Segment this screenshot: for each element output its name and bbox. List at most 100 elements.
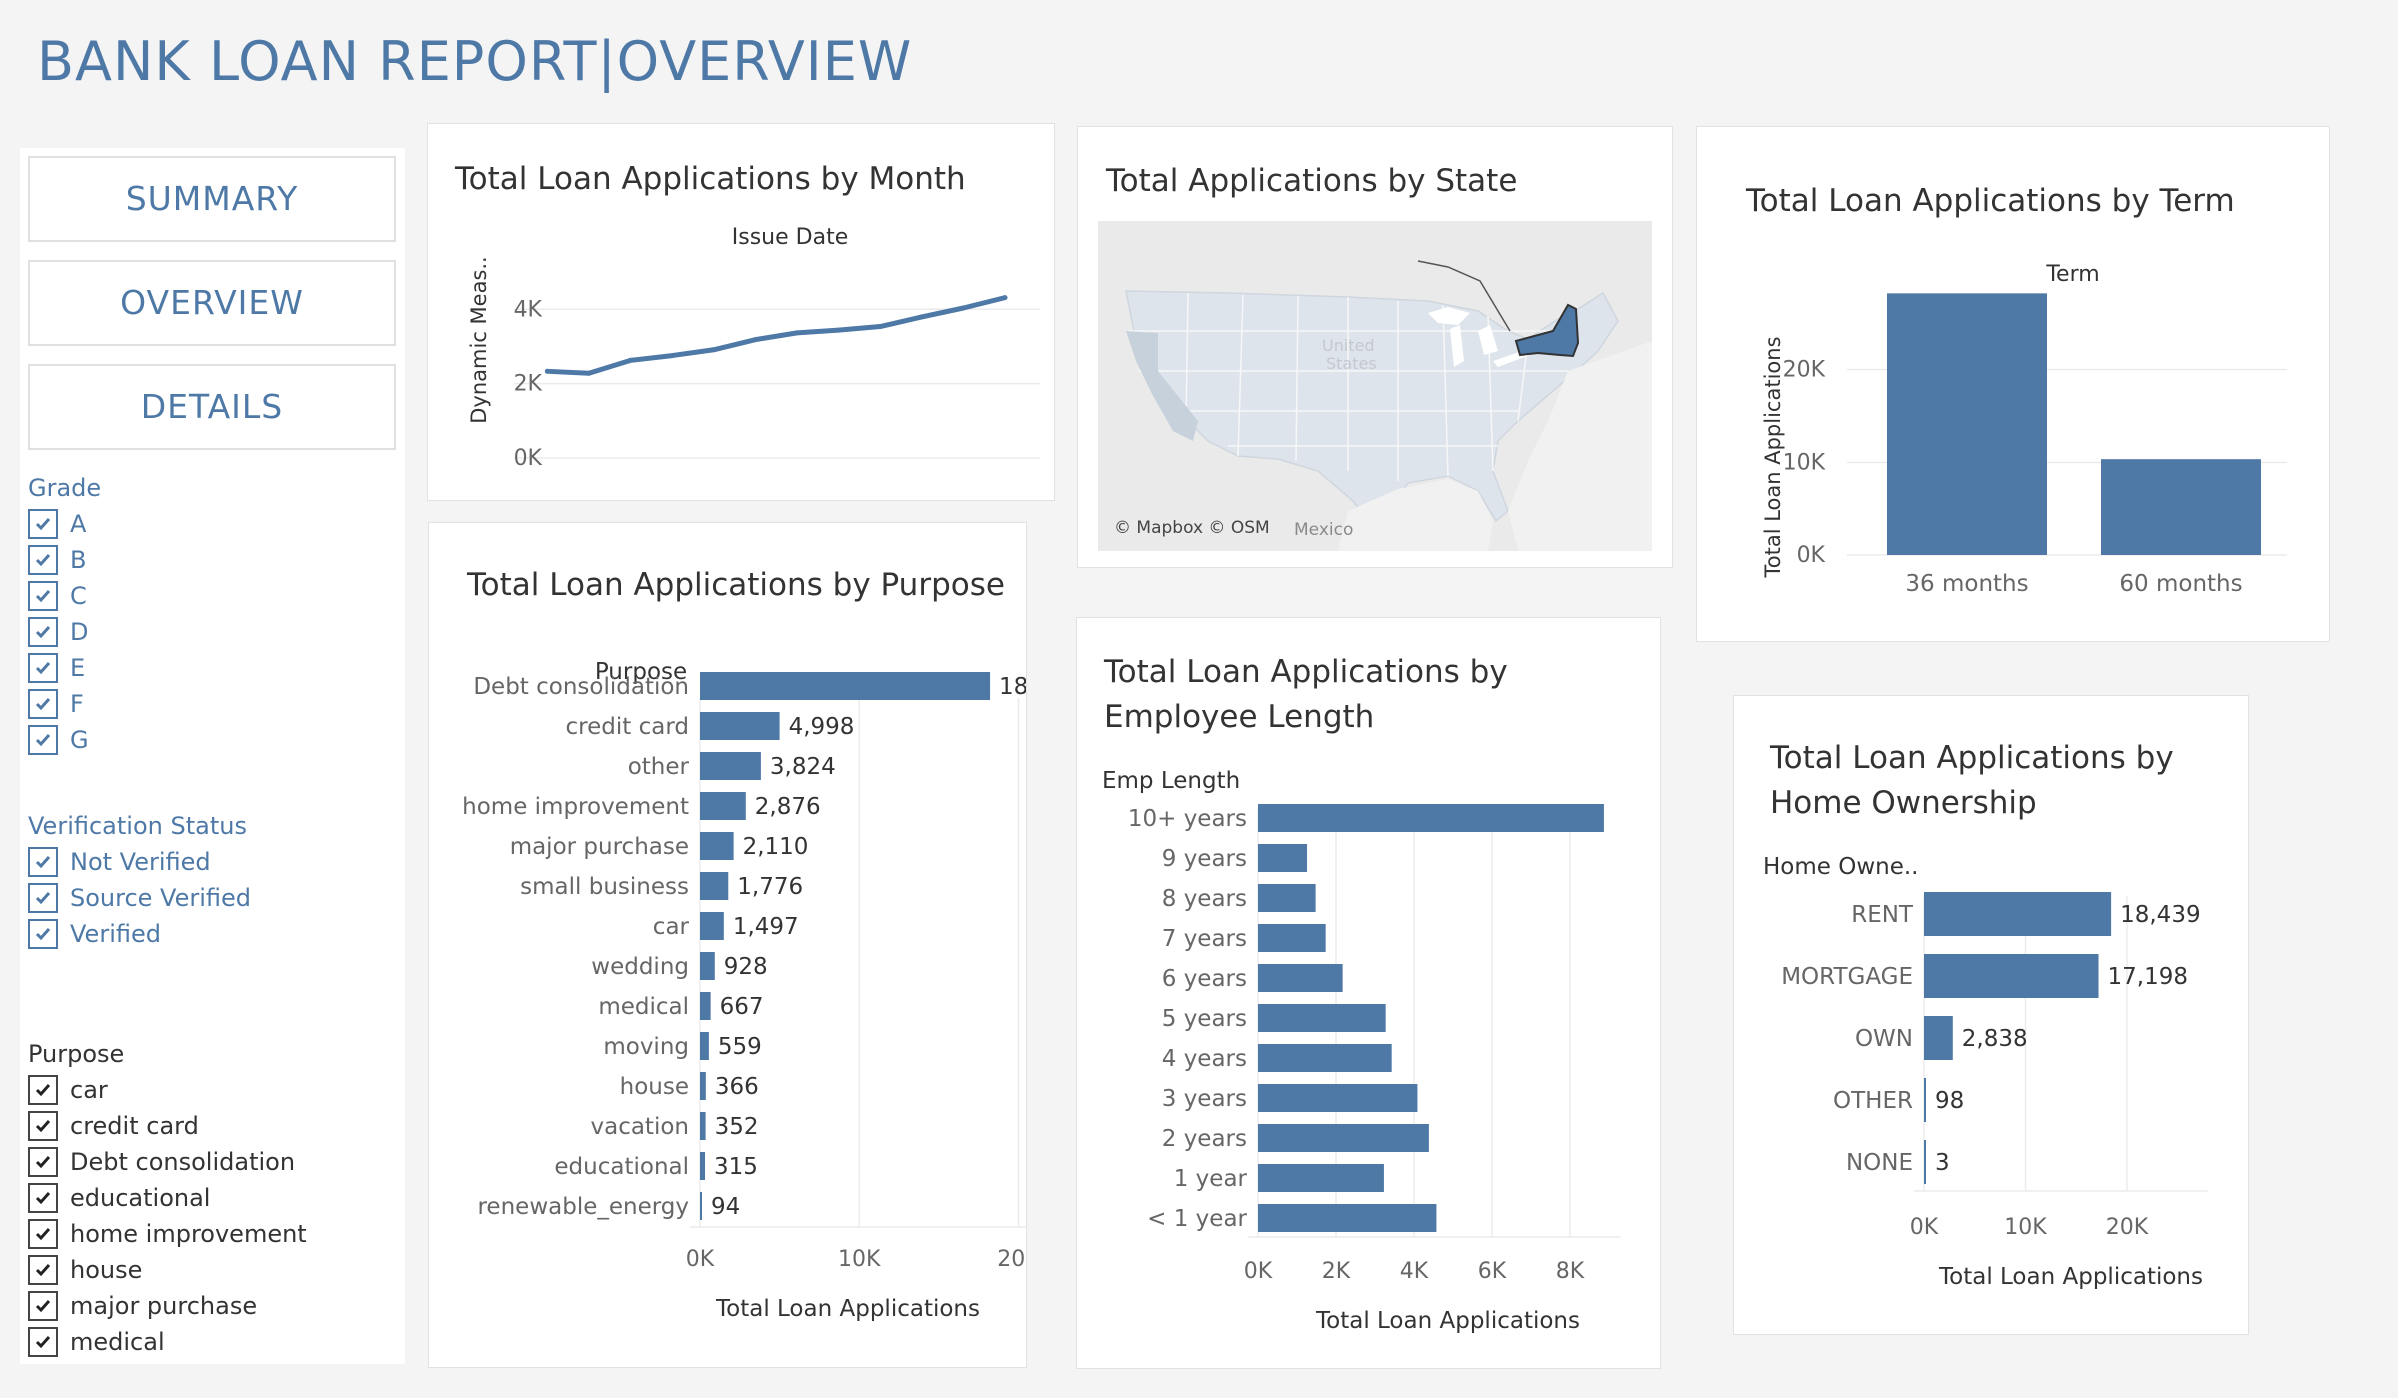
checkbox-icon[interactable] <box>28 509 58 539</box>
purpose-filter-item[interactable]: major purchase <box>28 1288 257 1324</box>
purpose-filter-item[interactable]: credit card <box>28 1108 199 1144</box>
month-data-point <box>836 327 842 333</box>
grade-filter-item[interactable]: C <box>28 578 87 614</box>
purpose-filter-label: house <box>70 1256 143 1284</box>
grade-filter-label: E <box>70 654 86 682</box>
checkbox-icon[interactable] <box>28 1111 58 1141</box>
purpose-data-label: 315 <box>714 1154 758 1180</box>
checkbox-icon[interactable] <box>28 1219 58 1249</box>
checkbox-icon[interactable] <box>28 1327 58 1357</box>
overview-button[interactable]: OVERVIEW <box>28 260 396 346</box>
term-chart-title: Total Loan Applications by Term <box>1746 183 2235 219</box>
grade-filter-item[interactable]: D <box>28 614 88 650</box>
purpose-data-label: 667 <box>720 994 764 1020</box>
purpose-data-label: 18,214 <box>999 674 1026 700</box>
checkbox-icon[interactable] <box>28 545 58 575</box>
checkbox-icon[interactable] <box>28 653 58 683</box>
emp-category-label: 2 years <box>1162 1126 1247 1152</box>
emp-category-label: 7 years <box>1162 926 1247 952</box>
purpose-filter-item[interactable]: house <box>28 1252 142 1288</box>
purpose-filter-item[interactable]: educational <box>28 1180 210 1216</box>
purpose-filter-label: major purchase <box>70 1292 258 1320</box>
purpose-filter-item[interactable]: medical <box>28 1324 165 1360</box>
verification-filter-label: Not Verified <box>70 848 211 876</box>
emp-length-chart-title: Total Loan Applications by Employee Leng… <box>1104 654 1508 735</box>
emp-category-label: 10+ years <box>1128 806 1247 832</box>
home-category-label: OTHER <box>1833 1088 1913 1114</box>
grade-filter-item[interactable]: F <box>28 686 84 722</box>
home-category-label: RENT <box>1851 902 1914 928</box>
checkbox-icon[interactable] <box>28 919 58 949</box>
grade-filter-item[interactable]: G <box>28 722 89 758</box>
checkbox-icon[interactable] <box>28 1183 58 1213</box>
purpose-category-label: major purchase <box>510 834 689 860</box>
grade-filter-item[interactable]: E <box>28 650 85 686</box>
emp-category-label: 9 years <box>1162 846 1247 872</box>
purpose-filter-item[interactable]: car <box>28 1072 108 1108</box>
home-category-label: OWN <box>1855 1026 1913 1052</box>
purpose-filter-label: credit card <box>70 1112 199 1140</box>
grade-filter-title: Grade <box>28 474 102 502</box>
checkbox-icon[interactable] <box>28 883 58 913</box>
purpose-bar <box>700 912 724 940</box>
details-button[interactable]: DETAILS <box>28 364 396 450</box>
checkbox-icon[interactable] <box>28 1075 58 1105</box>
purpose-filter-label: educational <box>70 1184 211 1212</box>
emp-category-label: 5 years <box>1162 1006 1247 1032</box>
home-bar <box>1924 1140 1926 1184</box>
summary-button[interactable]: SUMMARY <box>28 156 396 242</box>
verification-filter-item[interactable]: Source Verified <box>28 880 251 916</box>
checkbox-icon[interactable] <box>28 689 58 719</box>
home-chart-header: Home Owne.. <box>1763 854 1919 880</box>
grade-filter-label: F <box>70 690 84 718</box>
purpose-category-label: wedding <box>591 954 689 980</box>
checkbox-icon[interactable] <box>28 847 58 877</box>
home-bar <box>1924 954 2099 998</box>
emp-x-axis-label: Total Loan Applications <box>1315 1308 1580 1334</box>
emp-bar <box>1258 804 1604 832</box>
purpose-bar <box>700 832 734 860</box>
purpose-data-label: 2,876 <box>755 794 821 820</box>
month-chart-title: Total Loan Applications by Month <box>455 161 966 197</box>
purpose-data-label: 559 <box>718 1034 762 1060</box>
purpose-filter-item[interactable]: Debt consolidation <box>28 1144 295 1180</box>
purpose-filter-label: medical <box>70 1328 165 1356</box>
grade-filter-label: B <box>70 546 87 574</box>
purpose-bar <box>700 752 761 780</box>
checkbox-icon[interactable] <box>28 1255 58 1285</box>
checkbox-icon[interactable] <box>28 725 58 755</box>
us-label-1: United <box>1322 336 1375 355</box>
verification-filter-item[interactable]: Verified <box>28 916 161 952</box>
purpose-filter-label: home improvement <box>70 1220 307 1248</box>
purpose-data-label: 94 <box>711 1194 740 1220</box>
purpose-filter-item[interactable]: home improvement <box>28 1216 307 1252</box>
state-map-panel: Total Applications by State United State… <box>1077 126 1673 568</box>
grade-filter-item[interactable]: B <box>28 542 86 578</box>
purpose-bar <box>700 952 715 980</box>
home-ownership-bar-chart: Home Owne.. 0K 10K 20K RENT 18,439 MORTGAGE 17,… <box>1763 854 2209 1290</box>
purpose-category-label: medical <box>598 994 689 1020</box>
home-bar <box>1924 892 2112 936</box>
checkbox-icon[interactable] <box>28 617 58 647</box>
grade-filter-label: A <box>70 510 87 538</box>
verification-filter-label: Source Verified <box>70 884 252 912</box>
verification-filter-item[interactable]: Not Verified <box>28 844 211 880</box>
grade-filter-item[interactable]: A <box>28 506 86 542</box>
checkbox-icon[interactable] <box>28 1147 58 1177</box>
emp-bar <box>1258 964 1343 992</box>
checkbox-icon[interactable] <box>28 1291 58 1321</box>
term-y-tick: 10K <box>1783 450 1826 475</box>
month-y-tick: 0K <box>514 446 543 471</box>
purpose-category-label: educational <box>554 1154 689 1180</box>
state-map[interactable]: United States Mexico © Mapbox © OSM <box>1098 221 1652 551</box>
emp-bar <box>1258 1124 1429 1152</box>
month-line-chart: Issue DateDynamic Meas..0K2K4K24681012 <box>467 225 1040 471</box>
purpose-filter-title: Purpose <box>28 1040 125 1068</box>
checkbox-icon[interactable] <box>28 581 58 611</box>
home-ownership-chart-title: Total Loan Applications by Home Ownershi… <box>1770 740 2174 821</box>
purpose-category-label: Debt consolidation <box>473 674 689 700</box>
month-data-point <box>669 353 675 359</box>
home-x-tick: 0K <box>1910 1215 1939 1240</box>
purpose-bar <box>700 1112 706 1140</box>
month-data-point <box>628 357 634 363</box>
